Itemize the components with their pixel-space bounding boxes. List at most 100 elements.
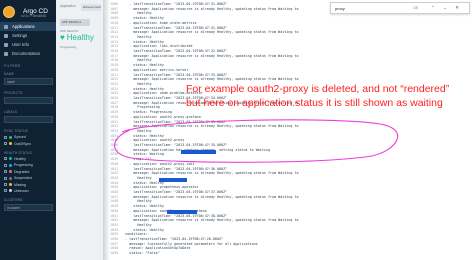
find-bar: 1/5 ⌃ ⌄ ✕ <box>330 2 470 14</box>
filter-projects-input[interactable] <box>4 97 53 104</box>
checkbox[interactable] <box>4 189 7 193</box>
code-line: 1050 - application: oauth2-proxy-prometh… <box>110 209 390 214</box>
code-line: 1054 status: Healthy <box>110 228 390 233</box>
checkbox[interactable] <box>4 142 7 146</box>
health-status-list: Healthy Progressing Degraded Suspended Missi… <box>0 156 56 194</box>
app-details-strip: Application kube-prometheus APP DETAILS … <box>56 0 104 260</box>
line-number: 1009 <box>110 16 119 21</box>
code-text: Healthy <box>121 199 152 204</box>
checkbox[interactable] <box>4 163 7 167</box>
health-status-heading: HEALTH STATUS <box>4 150 32 155</box>
find-input[interactable] <box>335 5 413 11</box>
nav-item-label: Settings <box>12 33 28 38</box>
nav-item-label: User Info <box>12 42 29 47</box>
code-line: 1037 message: Application has pending ch… <box>110 148 390 153</box>
nav-item-user-info[interactable]: User Info <box>0 40 56 49</box>
clusters-input[interactable]: in-cluster <box>4 204 53 212</box>
status-dot-icon <box>9 176 12 180</box>
sidebar: Argo CD v2.6.7+5bcd846 Applications Sett… <box>0 0 56 260</box>
code-text: - application: metrics-server <box>121 67 189 72</box>
checkbox[interactable] <box>4 135 7 139</box>
line-number: 1027 <box>110 100 119 105</box>
nav-item-applications[interactable]: Applications <box>0 22 56 31</box>
code-line: 1053 Healthy <box>110 223 390 228</box>
line-number: 1033 <box>110 128 119 133</box>
line-number: 1026 <box>110 96 119 100</box>
line-number: 1041 <box>110 166 119 171</box>
chevron-down-icon[interactable]: ⌄ <box>439 5 451 11</box>
line-number: 1015 <box>110 44 119 49</box>
line-number: 1038 <box>110 152 119 157</box>
code-line: 1032 message: Application resource is al… <box>110 124 390 129</box>
filter-name-input[interactable]: oauth <box>4 78 53 85</box>
filter-labels-input[interactable] <box>4 116 53 123</box>
code-text: status: Healthy <box>121 63 164 68</box>
code-text: status: Healthy <box>121 133 164 138</box>
code-text: status: Healthy <box>121 227 164 232</box>
status-dot-icon <box>9 135 12 139</box>
code-text: step: "1" <box>121 157 152 162</box>
nav-item-documentation[interactable]: Documentation <box>0 49 56 58</box>
code-text: - lastTransitionTime: "2023-04-19T08:47:… <box>121 2 228 6</box>
line-number: 1051 <box>110 213 119 218</box>
line-number: 1025 <box>110 91 119 96</box>
line-number: 1044 <box>110 180 119 185</box>
checkbox[interactable] <box>4 157 7 161</box>
code-line: 1051 lastTransitionTime: "2023-04-19T08:… <box>110 214 390 219</box>
health-text: Healthy <box>66 33 94 42</box>
code-text: lastTransitionTime: "2023-04-19T08:47:33… <box>121 72 228 77</box>
filter-option-label: Missing <box>14 182 26 187</box>
status-dot-icon <box>9 163 12 167</box>
argo-logo-icon <box>3 5 15 18</box>
gear-icon <box>4 33 8 38</box>
heart-icon: ♥ <box>60 33 65 42</box>
line-number: 1029 <box>110 110 119 115</box>
code-line: 1042 message: Application resource is al… <box>110 171 390 176</box>
code-text: - application: loki-distributed <box>121 44 193 49</box>
line-number: 1016 <box>110 49 119 53</box>
code-line: 1052 message: Application resource is al… <box>110 218 390 223</box>
app-details-button[interactable]: APP DETAILS <box>60 19 90 26</box>
line-number: 1047 <box>110 194 119 199</box>
line-number: 1054 <box>110 227 119 232</box>
nav-item-settings[interactable]: Settings <box>0 31 56 40</box>
code-line: 1056 - lastTransitionTime: "2023-04-19T0… <box>110 237 390 242</box>
sync-status-heading: SYNC STATUS <box>4 129 29 133</box>
code-text: message: Application resource is already… <box>121 124 299 129</box>
line-number: 1006 <box>110 2 119 6</box>
checkbox[interactable] <box>4 170 7 174</box>
line-number: 1030 <box>110 114 119 119</box>
code-line: 1039 step: "1" <box>110 157 390 162</box>
code-line: 1038 status: Waiting <box>110 152 390 157</box>
manifest-editor[interactable]: 1059 status: "False" 1058 reason: Applica… <box>110 0 474 260</box>
code-line: 1040 - application: oauth2-proxy-loki <box>110 162 390 167</box>
code-line: 1021 lastTransitionTime: "2023-04-19T08:… <box>110 73 390 78</box>
code-text: message: Application resource is already… <box>121 53 299 58</box>
code-line: 1057 message: Successfully generated par… <box>110 242 390 247</box>
app-health-status[interactable]: ♥ Healthy <box>56 33 103 42</box>
line-number: 1028 <box>110 105 119 110</box>
code-text: status: Progressing <box>121 110 173 115</box>
sync-status-list: Synced OutOfSync <box>0 134 56 147</box>
line-number: 1021 <box>110 72 119 77</box>
status-dot-icon <box>9 183 12 187</box>
code-line: 1041 lastTransitionTime: "2023-04-19T08:… <box>110 167 390 172</box>
code-line: 1047 message: Application resource is al… <box>110 195 390 200</box>
filters-label: FILTERS <box>4 64 21 68</box>
checkbox[interactable] <box>4 176 7 180</box>
code-line: 1043 Healthy <box>110 176 390 181</box>
checkbox[interactable] <box>4 183 7 187</box>
code-line: 1009 status: Healthy <box>110 16 390 21</box>
line-number: 1048 <box>110 199 119 204</box>
search-highlight <box>167 210 197 214</box>
code-text: - application: prometheus-operator <box>121 185 199 190</box>
nav-item-label: Applications <box>12 24 35 29</box>
application-tab[interactable]: kube-prometheus <box>81 4 101 11</box>
line-number: 1053 <box>110 222 119 227</box>
code-text: status: Healthy <box>121 16 164 21</box>
code-line: 1033 Healthy <box>110 129 390 134</box>
chevron-up-icon[interactable]: ⌃ <box>427 5 439 11</box>
close-icon[interactable]: ✕ <box>451 5 463 11</box>
book-icon <box>4 51 8 56</box>
code-line: 1022 message: Application resource is al… <box>110 77 390 82</box>
